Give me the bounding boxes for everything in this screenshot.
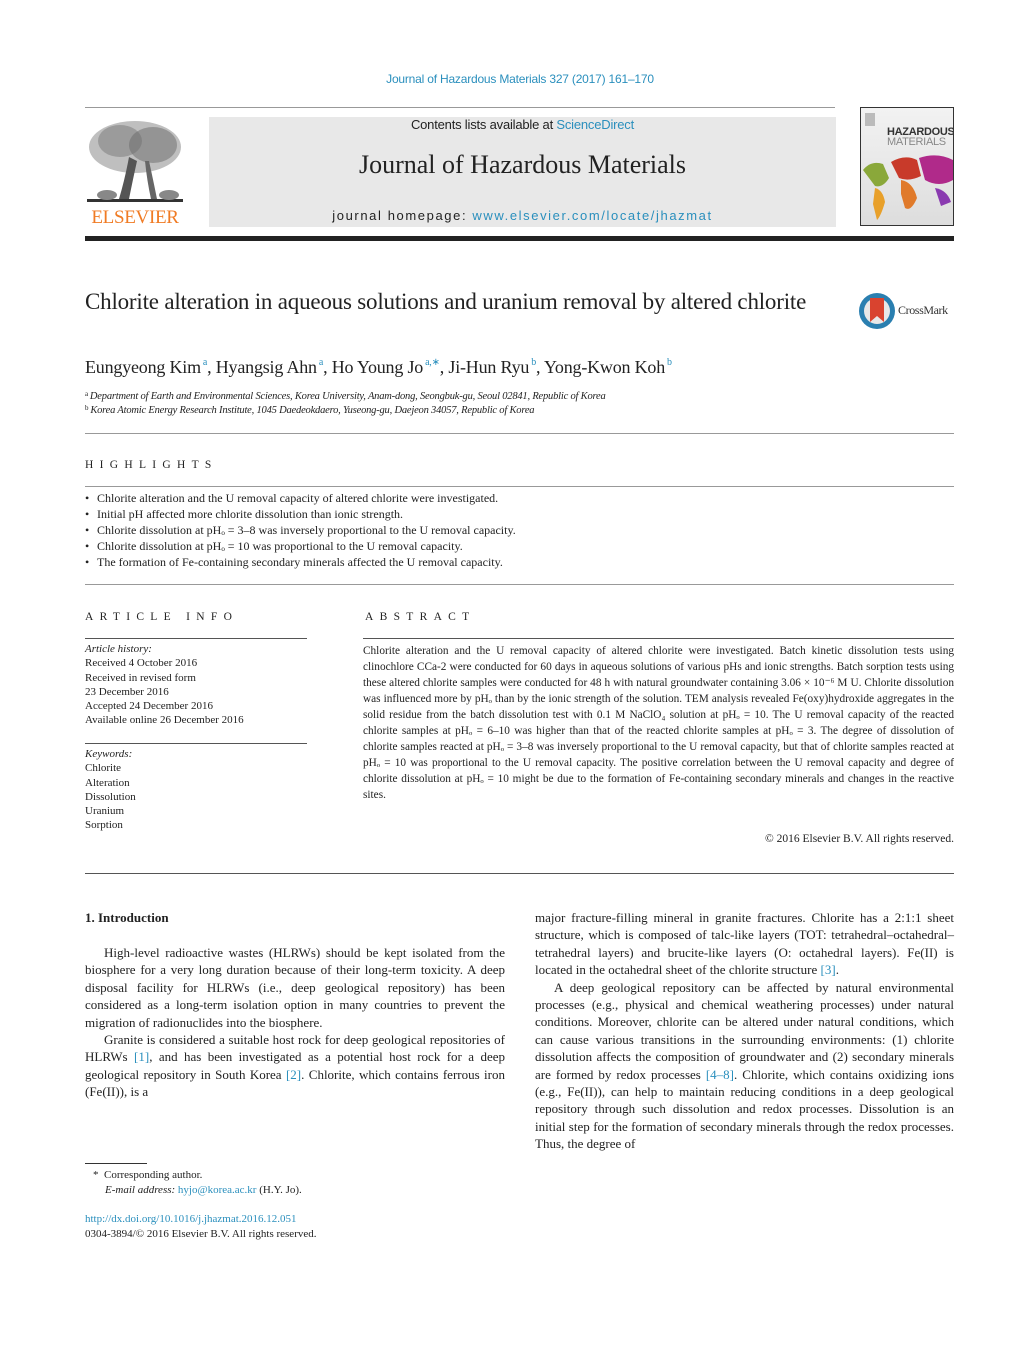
journal-homepage-link[interactable]: www.elsevier.com/locate/jhazmat: [472, 208, 712, 223]
paragraph-text: .: [835, 962, 839, 978]
divider: [85, 584, 954, 585]
section-heading-introduction: 1. Introduction: [85, 910, 169, 925]
footnote: * Corresponding author. E-mail address: …: [85, 1168, 505, 1197]
author-affiliation-mark[interactable]: b: [667, 357, 672, 368]
author-affiliation-mark[interactable]: b: [531, 357, 536, 368]
crossmark-icon: [859, 293, 895, 329]
divider: [85, 433, 954, 434]
citation-link[interactable]: [1]: [134, 1049, 149, 1064]
citation-link[interactable]: [4–8]: [706, 1067, 734, 1082]
author-name: Hyangsig Ahn: [215, 357, 317, 377]
sciencedirect-link[interactable]: ScienceDirect: [556, 117, 634, 132]
author-name: Ho Young Jo: [331, 357, 424, 377]
email-suffix: (H.Y. Jo).: [256, 1183, 302, 1196]
homepage-line: journal homepage: www.elsevier.com/locat…: [209, 208, 836, 223]
divider: [85, 743, 307, 744]
history-entry: Available online 26 December 2016: [85, 714, 244, 727]
history-entry: Received 4 October 2016: [85, 657, 198, 670]
contents-line: Contents lists available at ScienceDirec…: [209, 117, 836, 132]
issn-copyright: 0304-3894/© 2016 Elsevier B.V. All right…: [85, 1227, 317, 1240]
history-entry: 23 December 2016: [85, 685, 169, 698]
affiliation-mark: b: [85, 404, 89, 412]
elsevier-wordmark: ELSEVIER: [91, 207, 179, 228]
journal-cover-thumbnail[interactable]: HAZARDOUS MATERIALS: [860, 107, 954, 226]
homepage-prefix: journal homepage:: [332, 208, 473, 223]
highlight-item: Initial pH affected more chlorite dissol…: [85, 506, 954, 522]
author[interactable]: Ji-Hun Ryu b: [448, 357, 536, 377]
elsevier-tree-icon: [87, 121, 183, 202]
divider: [85, 638, 307, 639]
header-thick-rule: [85, 236, 954, 241]
divider: [85, 486, 954, 487]
body-column-left: High-level radioactive wastes (HLRWs) sh…: [85, 944, 505, 1101]
abstract-copyright: © 2016 Elsevier B.V. All rights reserved…: [765, 833, 954, 845]
email-link[interactable]: hyjo@korea.ac.kr: [178, 1184, 257, 1196]
crossmark-label: CrossMark: [898, 303, 948, 317]
history-entry: Accepted 24 December 2016: [85, 700, 213, 713]
paragraph: High-level radioactive wastes (HLRWs) sh…: [85, 945, 505, 1030]
affiliation-mark: a: [85, 390, 88, 398]
highlight-item: Chlorite dissolution at pHₒ = 10 was pro…: [85, 538, 954, 554]
email-label: E-mail address:: [105, 1183, 178, 1196]
email-note: E-mail address: hyjo@korea.ac.kr (H.Y. J…: [85, 1183, 505, 1198]
author[interactable]: Ho Young Jo a,∗: [332, 357, 440, 377]
author-affiliation-mark[interactable]: a: [319, 357, 323, 368]
citation-link[interactable]: [2]: [286, 1067, 301, 1082]
keyword: Dissolution: [85, 790, 136, 803]
affiliation-text: Korea Atomic Energy Research Institute, …: [90, 405, 535, 416]
author-list: Eungyeong Kim a, Hyangsig Ahn a, Ho Young …: [85, 357, 672, 377]
keyword: Chlorite: [85, 762, 122, 775]
highlights-list: Chlorite alteration and the U removal ca…: [85, 490, 954, 570]
keyword: Uranium: [85, 805, 125, 818]
paragraph-text: major fracture-filling mineral in granit…: [535, 910, 954, 978]
journal-name: Journal of Hazardous Materials: [358, 150, 687, 179]
abstract-heading: ABSTRACT: [365, 611, 476, 623]
paragraph: Granite is considered a suitable host ro…: [85, 1031, 505, 1101]
author-name: Yong-Kwon Koh: [543, 357, 666, 377]
author-name: Eungyeong Kim: [85, 357, 201, 377]
article-info-heading: ARTICLE INFO: [85, 611, 239, 623]
divider: [363, 638, 954, 639]
author[interactable]: Hyangsig Ahn a: [215, 357, 324, 377]
highlight-item: Chlorite dissolution at pHₒ = 3–8 was in…: [85, 522, 954, 538]
history-label: Article history:: [85, 643, 152, 655]
paragraph: A deep geological repository can be affe…: [535, 979, 954, 1153]
keyword: Alteration: [85, 776, 130, 789]
crossmark-badge[interactable]: CrossMark: [858, 292, 958, 330]
author[interactable]: Yong-Kwon Koh b: [544, 357, 672, 377]
contents-prefix: Contents lists available at: [410, 117, 557, 132]
divider: [85, 873, 954, 874]
corresponding-author-note: * Corresponding author.: [85, 1168, 505, 1183]
highlight-item: Chlorite alteration and the U removal ca…: [85, 490, 954, 506]
highlights-heading: HIGHLIGHTS: [85, 459, 218, 471]
article-title: Chlorite alteration in aqueous solutions…: [85, 289, 807, 314]
doi-link[interactable]: http://dx.doi.org/10.1016/j.jhazmat.2016…: [85, 1213, 297, 1225]
affiliation-text: Department of Earth and Environmental Sc…: [89, 391, 606, 402]
article-history: Article history: Received 4 October 2016…: [85, 642, 307, 728]
history-entry: Received in revised form: [85, 671, 196, 684]
keywords-label: Keywords:: [85, 748, 133, 760]
footnote-divider: [85, 1163, 147, 1164]
affiliation: a Department of Earth and Environmental S…: [85, 390, 606, 402]
doi-block: http://dx.doi.org/10.1016/j.jhazmat.2016…: [85, 1212, 317, 1241]
footnote-mark: *: [93, 1169, 99, 1181]
abstract-text: Chlorite alteration and the U removal ca…: [363, 645, 954, 801]
keyword: Sorption: [85, 819, 123, 832]
author-name: Ji-Hun Ryu: [448, 357, 530, 377]
author[interactable]: Eungyeong Kim a: [85, 357, 207, 377]
body-column-right: major fracture-filling mineral in granit…: [535, 909, 954, 1153]
world-map-icon: [863, 113, 953, 220]
header-divider: [85, 107, 835, 108]
affiliation: b Korea Atomic Energy Research Institute,…: [85, 404, 535, 416]
author-affiliation-mark[interactable]: a: [203, 357, 207, 368]
citation-link[interactable]: [3]: [821, 962, 836, 977]
author-affiliation-mark[interactable]: a,∗: [425, 357, 440, 368]
journal-citation-link[interactable]: Journal of Hazardous Materials 327 (2017…: [0, 72, 1020, 86]
elsevier-logo[interactable]: ELSEVIER: [85, 117, 185, 229]
paragraph: major fracture-filling mineral in granit…: [535, 909, 954, 979]
footnote-text: Corresponding author.: [104, 1169, 203, 1181]
highlight-item: The formation of Fe-containing secondary…: [85, 554, 954, 570]
keywords: Keywords: Chlorite Alteration Dissolutio…: [85, 747, 307, 833]
